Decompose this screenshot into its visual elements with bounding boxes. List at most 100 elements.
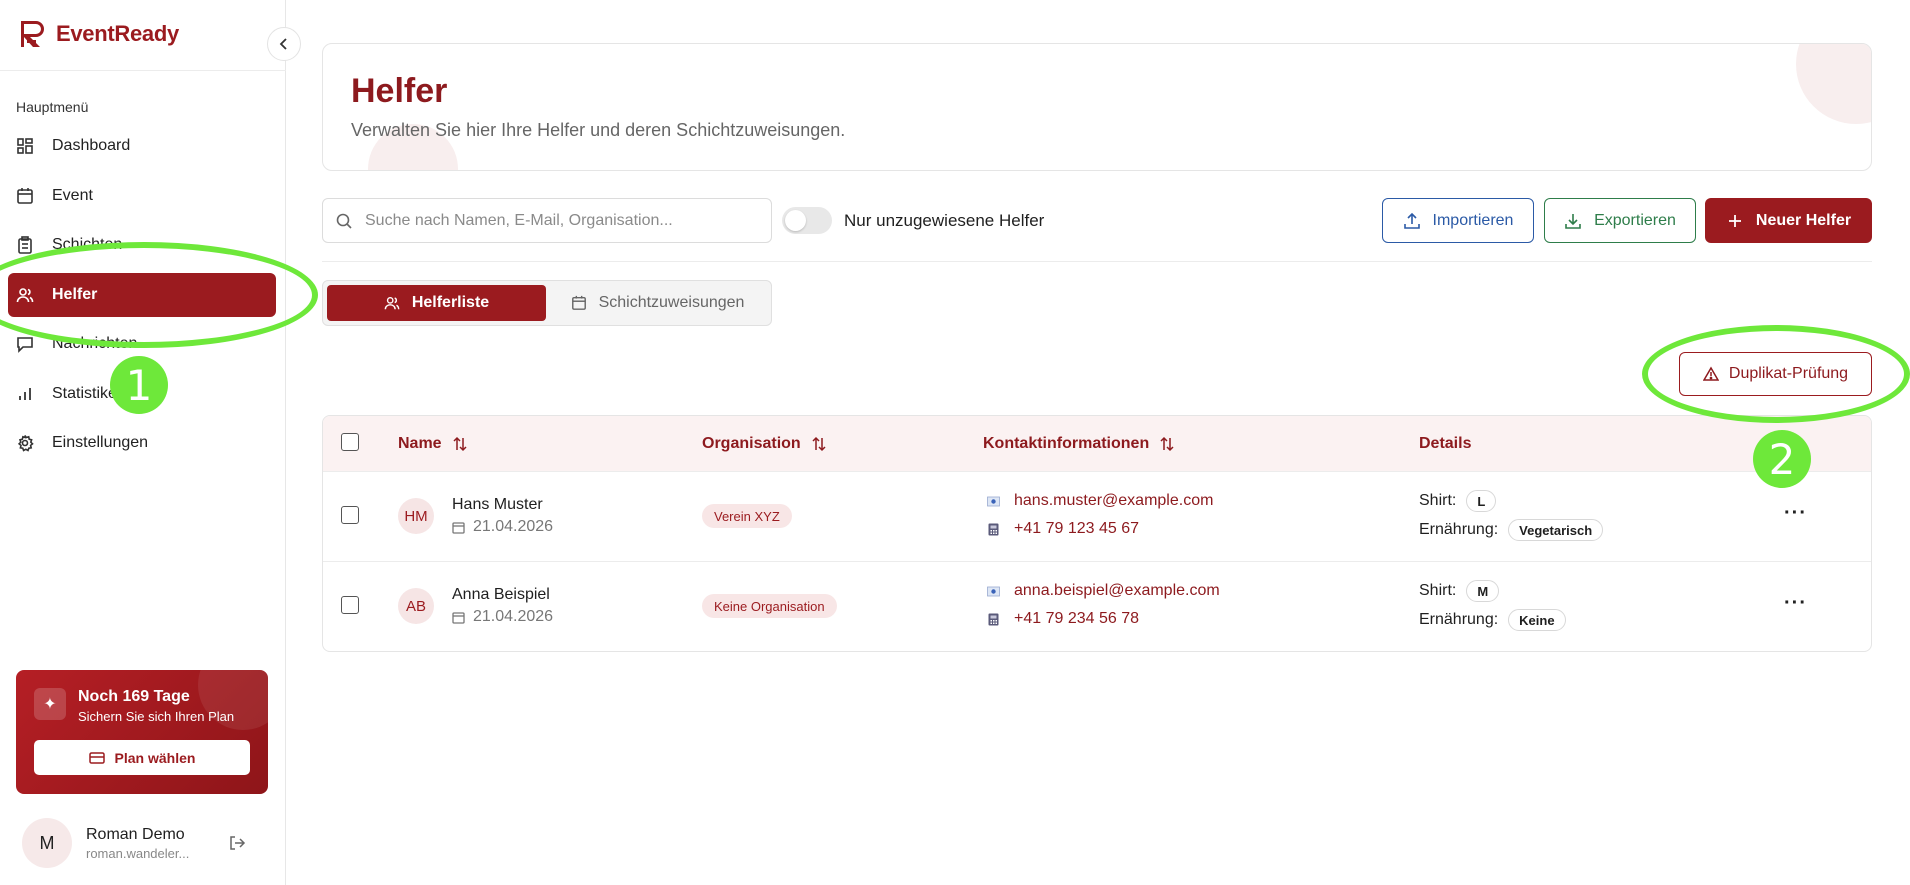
sort-icon bbox=[453, 436, 467, 452]
app-logo[interactable]: EventReady bbox=[18, 18, 179, 50]
sidebar-item-einstellungen[interactable]: Einstellungen bbox=[8, 421, 276, 465]
calendar-icon bbox=[452, 611, 465, 624]
diet-badge: Keine bbox=[1508, 609, 1566, 631]
contact-phone[interactable]: +41 79 123 45 67 bbox=[987, 520, 1139, 538]
diet-badge: Vegetarisch bbox=[1508, 519, 1604, 541]
search-icon bbox=[336, 213, 352, 229]
plan-card: ✦ Noch 169 Tage Sichern Sie sich Ihren P… bbox=[16, 670, 268, 794]
sidebar-item-nachrichten[interactable]: Nachrichten bbox=[8, 322, 276, 366]
phone-icon bbox=[988, 523, 999, 535]
sidebar-item-label: Helfer bbox=[52, 285, 98, 303]
plan-title: Noch 169 Tage bbox=[78, 688, 190, 705]
contact-email[interactable]: anna.beispiel@example.com bbox=[987, 582, 1220, 600]
more-options-icon[interactable]: ··· bbox=[1784, 502, 1807, 525]
user-email: roman.wandeler... bbox=[86, 845, 190, 861]
header-decoration bbox=[1796, 44, 1871, 124]
shirt-detail: Shirt: L bbox=[1419, 490, 1497, 512]
tab-helferliste[interactable]: Helferliste bbox=[327, 285, 546, 321]
contact-email[interactable]: hans.muster@example.com bbox=[987, 492, 1213, 510]
diet-label: Ernährung: bbox=[1419, 611, 1499, 628]
search-input[interactable] bbox=[365, 211, 745, 230]
choose-plan-label: Plan wählen bbox=[114, 749, 196, 766]
unassigned-toggle-label: Nur unzugewiesene Helfer bbox=[844, 210, 1045, 230]
logo-mark-icon bbox=[21, 21, 44, 47]
sidebar-nav: Dashboard Event Schichten Helfer Nachric… bbox=[8, 124, 276, 471]
sidebar-item-label: Event bbox=[52, 186, 93, 204]
avatar: AB bbox=[398, 588, 434, 624]
helper-date: 21.04.2026 bbox=[452, 608, 553, 626]
choose-plan-button[interactable]: Plan wählen bbox=[34, 740, 250, 775]
plus-icon bbox=[1728, 214, 1741, 227]
helper-table: Name Organisation Kontaktinformationen D… bbox=[322, 415, 1872, 652]
sidebar-item-statistiken[interactable]: Statistiken bbox=[8, 372, 276, 416]
logout-icon[interactable] bbox=[228, 834, 246, 857]
plan-subtitle: Sichern Sie sich Ihren Plan bbox=[78, 709, 235, 724]
sidebar-item-schichten[interactable]: Schichten bbox=[8, 223, 276, 267]
helper-name[interactable]: Hans Muster bbox=[452, 496, 543, 514]
import-button[interactable]: Importieren bbox=[1382, 198, 1534, 243]
email-text: hans.muster@example.com bbox=[1014, 492, 1214, 509]
column-label: Kontaktinformationen bbox=[983, 435, 1150, 452]
helper-name[interactable]: Anna Beispiel bbox=[452, 586, 550, 604]
unassigned-filter[interactable]: Nur unzugewiesene Helfer bbox=[782, 207, 1044, 234]
export-button[interactable]: Exportieren bbox=[1544, 198, 1696, 243]
row-checkbox[interactable] bbox=[341, 596, 359, 614]
page-subtitle: Verwalten Sie hier Ihre Helfer und deren… bbox=[351, 120, 846, 140]
duplicate-check-button[interactable]: Duplikat-Prüfung bbox=[1679, 352, 1872, 396]
sidebar-item-label: Dashboard bbox=[52, 137, 131, 154]
collapse-sidebar-button[interactable] bbox=[267, 27, 301, 61]
date-text: 21.04.2026 bbox=[473, 608, 554, 625]
mail-icon bbox=[987, 496, 1000, 506]
duplicate-check-label: Duplikat-Prüfung bbox=[1728, 365, 1849, 382]
more-options-icon[interactable]: ··· bbox=[1784, 592, 1807, 615]
clipboard-icon bbox=[18, 236, 32, 254]
sort-icon bbox=[812, 436, 826, 452]
shirt-size-badge: L bbox=[1466, 490, 1497, 512]
sidebar-item-label: Statistiken bbox=[52, 384, 126, 402]
diet-detail: Ernährung: Keine bbox=[1419, 609, 1566, 631]
user-profile[interactable]: M Roman Demo roman.wandeler... bbox=[22, 818, 189, 868]
tab-schichtzuweisungen[interactable]: Schichtzuweisungen bbox=[548, 285, 767, 321]
message-icon bbox=[17, 337, 33, 353]
organisation-badge: Keine Organisation bbox=[702, 594, 837, 618]
new-helper-button[interactable]: Neuer Helfer bbox=[1705, 198, 1872, 243]
avatar: HM bbox=[398, 498, 434, 534]
search-box[interactable] bbox=[322, 198, 772, 243]
table-row: AB Anna Beispiel 21.04.2026 Keine Organi… bbox=[323, 562, 1871, 651]
sidebar-item-event[interactable]: Event bbox=[8, 174, 276, 218]
upload-icon bbox=[1403, 212, 1420, 229]
organisation-badge: Verein XYZ bbox=[702, 504, 792, 528]
download-icon bbox=[1565, 213, 1581, 229]
user-name: Roman Demo bbox=[86, 825, 185, 843]
row-checkbox[interactable] bbox=[341, 506, 359, 524]
sidebar-item-dashboard[interactable]: Dashboard bbox=[8, 124, 276, 168]
unassigned-toggle[interactable] bbox=[782, 207, 832, 234]
column-label: Name bbox=[398, 435, 442, 452]
phone-text: +41 79 234 56 78 bbox=[1014, 610, 1140, 627]
shirt-size-badge: M bbox=[1466, 580, 1500, 602]
select-all-checkbox[interactable] bbox=[341, 433, 359, 451]
column-organisation[interactable]: Organisation bbox=[702, 435, 827, 453]
toolbar-divider bbox=[322, 261, 1872, 262]
new-helper-label: Neuer Helfer bbox=[1755, 211, 1852, 229]
export-label: Exportieren bbox=[1594, 211, 1676, 229]
users-icon bbox=[384, 296, 400, 310]
sidebar-item-label: Einstellungen bbox=[52, 434, 149, 451]
users-icon bbox=[16, 287, 34, 302]
column-name[interactable]: Name bbox=[398, 435, 468, 453]
contact-phone[interactable]: +41 79 234 56 78 bbox=[987, 610, 1139, 628]
avatar: M bbox=[22, 818, 72, 868]
view-tabs: Helferliste Schichtzuweisungen bbox=[322, 280, 772, 326]
helper-date: 21.04.2026 bbox=[452, 518, 553, 536]
page-header: Helfer Verwalten Sie hier Ihre Helfer un… bbox=[322, 43, 1872, 171]
sidebar-item-helfer[interactable]: Helfer bbox=[8, 272, 276, 317]
column-label: Organisation bbox=[702, 435, 801, 452]
sidebar-section-label: Hauptmenü bbox=[16, 99, 89, 115]
logo-text: EventReady bbox=[56, 21, 179, 46]
column-contact[interactable]: Kontaktinformationen bbox=[983, 435, 1175, 453]
import-label: Importieren bbox=[1432, 211, 1514, 229]
email-text: anna.beispiel@example.com bbox=[1014, 582, 1220, 599]
dashboard-icon bbox=[17, 138, 33, 154]
table-header: Name Organisation Kontaktinformationen D… bbox=[323, 416, 1871, 472]
tab-label: Helferliste bbox=[411, 294, 490, 311]
